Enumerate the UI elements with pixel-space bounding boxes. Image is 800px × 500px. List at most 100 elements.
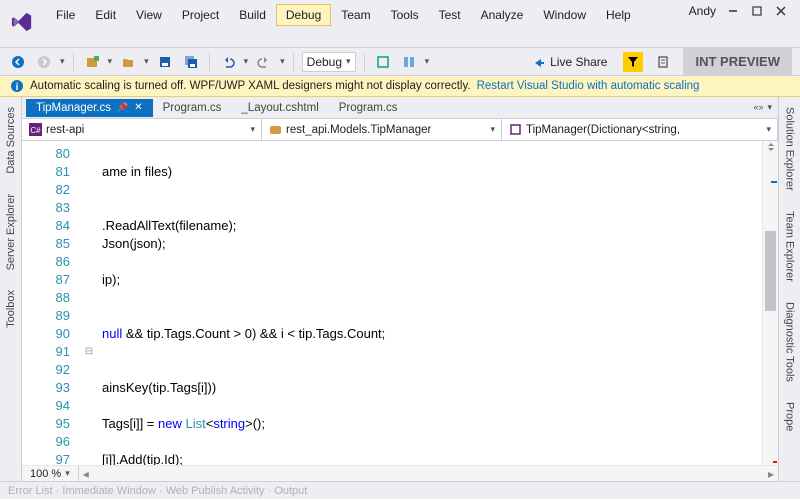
code-line[interactable]: ame in files)	[102, 163, 762, 181]
extension-button-1[interactable]	[373, 52, 393, 72]
code-line[interactable]	[102, 145, 762, 163]
line-number: 80	[22, 145, 70, 163]
menu-test[interactable]: Test	[429, 4, 471, 26]
menu-bar: FileEditViewProjectBuildDebugTeamToolsTe…	[0, 0, 800, 48]
close-tab-icon[interactable]: ✕	[134, 102, 142, 113]
tab-overflow-icon[interactable]: «»	[753, 102, 763, 113]
close-button[interactable]	[774, 4, 788, 18]
menu-window[interactable]: Window	[533, 4, 596, 26]
left-tab-data-sources[interactable]: Data Sources	[3, 101, 19, 180]
menu-help[interactable]: Help	[596, 4, 641, 26]
undo-button[interactable]	[218, 52, 238, 72]
menu-team[interactable]: Team	[331, 4, 380, 26]
nav-fwd-button[interactable]	[34, 52, 54, 72]
code-line[interactable]: .ReadAllText(filename);	[102, 217, 762, 235]
output-pane-header[interactable]: Error List · Immediate Window · Web Publ…	[0, 481, 800, 499]
csharp-project-icon: C#	[28, 123, 42, 137]
menu-view[interactable]: View	[126, 4, 172, 26]
right-tab-prope[interactable]: Prope	[782, 396, 798, 437]
zoom-level[interactable]: 100 %▾	[22, 466, 79, 481]
code-line[interactable]	[102, 343, 762, 361]
method-icon	[508, 123, 522, 137]
outline-toggle	[80, 433, 98, 451]
line-number: 97	[22, 451, 70, 465]
doc-tab[interactable]: TipManager.cs📌✕	[26, 99, 153, 117]
code-line[interactable]: ainsKey(tip.Tags[i]))	[102, 379, 762, 397]
outline-margin[interactable]: ⊟⊟	[80, 141, 98, 465]
live-share-label: Live Share	[550, 55, 607, 69]
save-button[interactable]	[155, 52, 175, 72]
left-tab-server-explorer[interactable]: Server Explorer	[3, 188, 19, 276]
left-tool-tabs: Data Sources Server Explorer Toolbox	[0, 97, 22, 481]
menu-analyze[interactable]: Analyze	[471, 4, 534, 26]
svg-text:C#: C#	[30, 126, 41, 135]
code-line[interactable]: null && tip.Tags.Count > 0) && i < tip.T…	[102, 325, 762, 343]
code-editor[interactable]: 8081828384858687888990919293949596979899…	[22, 141, 778, 465]
code-line[interactable]: Json(json);	[102, 235, 762, 253]
line-number: 92	[22, 361, 70, 379]
extension-button-2[interactable]	[399, 52, 419, 72]
nav-type-combo[interactable]: rest_api.Models.TipManager ▾	[262, 119, 502, 140]
menu-debug[interactable]: Debug	[276, 4, 331, 26]
outline-toggle	[80, 289, 98, 307]
left-tab-toolbox[interactable]: Toolbox	[3, 284, 19, 334]
code-line[interactable]: ip);	[102, 271, 762, 289]
code-line[interactable]	[102, 433, 762, 451]
pin-icon[interactable]: 📌	[117, 102, 128, 113]
outline-toggle	[80, 181, 98, 199]
doc-tab[interactable]: Program.cs	[153, 99, 232, 117]
outline-toggle	[80, 199, 98, 217]
class-icon	[268, 123, 282, 137]
line-number: 96	[22, 433, 70, 451]
right-tab-team-explorer[interactable]: Team Explorer	[782, 205, 798, 288]
outline-toggle[interactable]: ⊟	[80, 343, 98, 361]
code-line[interactable]: Tags[i]] = new List<string>();	[102, 415, 762, 433]
save-all-button[interactable]	[181, 52, 201, 72]
nav-member-combo[interactable]: TipManager(Dictionary<string, ▾	[502, 119, 778, 140]
right-tab-solution-explorer[interactable]: Solution Explorer	[782, 101, 798, 197]
info-link[interactable]: Restart Visual Studio with automatic sca…	[477, 80, 700, 92]
line-number: 91	[22, 343, 70, 361]
feedback-filter-button[interactable]	[623, 52, 643, 72]
new-project-button[interactable]	[82, 52, 102, 72]
live-share-button[interactable]: Live Share	[526, 53, 613, 71]
code-content[interactable]: ame in files) .ReadAllText(filename);Json…	[98, 141, 762, 465]
line-number: 90	[22, 325, 70, 343]
code-line[interactable]	[102, 397, 762, 415]
open-file-button[interactable]	[118, 52, 138, 72]
code-line[interactable]	[102, 289, 762, 307]
line-number: 85	[22, 235, 70, 253]
doc-tab[interactable]: Program.cs	[329, 99, 408, 117]
code-line[interactable]	[102, 253, 762, 271]
scroll-right-icon[interactable]: ▸	[764, 467, 778, 481]
code-line[interactable]	[102, 307, 762, 325]
menu-project[interactable]: Project	[172, 4, 229, 26]
code-line[interactable]	[102, 181, 762, 199]
code-line[interactable]	[102, 199, 762, 217]
nav-project-combo[interactable]: C# rest-api ▾	[22, 119, 262, 140]
solution-config-combo[interactable]: Debug▾	[302, 52, 356, 72]
notifications-button[interactable]	[653, 52, 673, 72]
doc-tab[interactable]: _Layout.cshtml	[231, 99, 328, 117]
menu-file[interactable]: File	[46, 4, 85, 26]
code-line[interactable]	[102, 361, 762, 379]
code-line[interactable]: [i]].Add(tip.Id);	[102, 451, 762, 465]
menu-edit[interactable]: Edit	[85, 4, 126, 26]
redo-button[interactable]	[254, 52, 274, 72]
outline-toggle	[80, 361, 98, 379]
scroll-thumb[interactable]	[765, 231, 776, 311]
line-number: 82	[22, 181, 70, 199]
restore-button[interactable]	[750, 4, 764, 18]
outline-toggle	[80, 253, 98, 271]
right-tab-diagnostic-tools[interactable]: Diagnostic Tools	[782, 296, 798, 388]
user-name[interactable]: Andy	[689, 4, 716, 18]
tab-dropdown-icon[interactable]: ▾	[767, 102, 772, 113]
scroll-left-icon[interactable]: ◂	[79, 467, 93, 481]
minimize-button[interactable]	[726, 4, 740, 18]
outline-toggle	[80, 325, 98, 343]
vertical-scrollbar[interactable]	[762, 141, 778, 465]
menu-tools[interactable]: Tools	[381, 4, 429, 26]
split-handle-icon[interactable]	[766, 142, 775, 152]
nav-back-button[interactable]	[8, 52, 28, 72]
menu-build[interactable]: Build	[229, 4, 276, 26]
